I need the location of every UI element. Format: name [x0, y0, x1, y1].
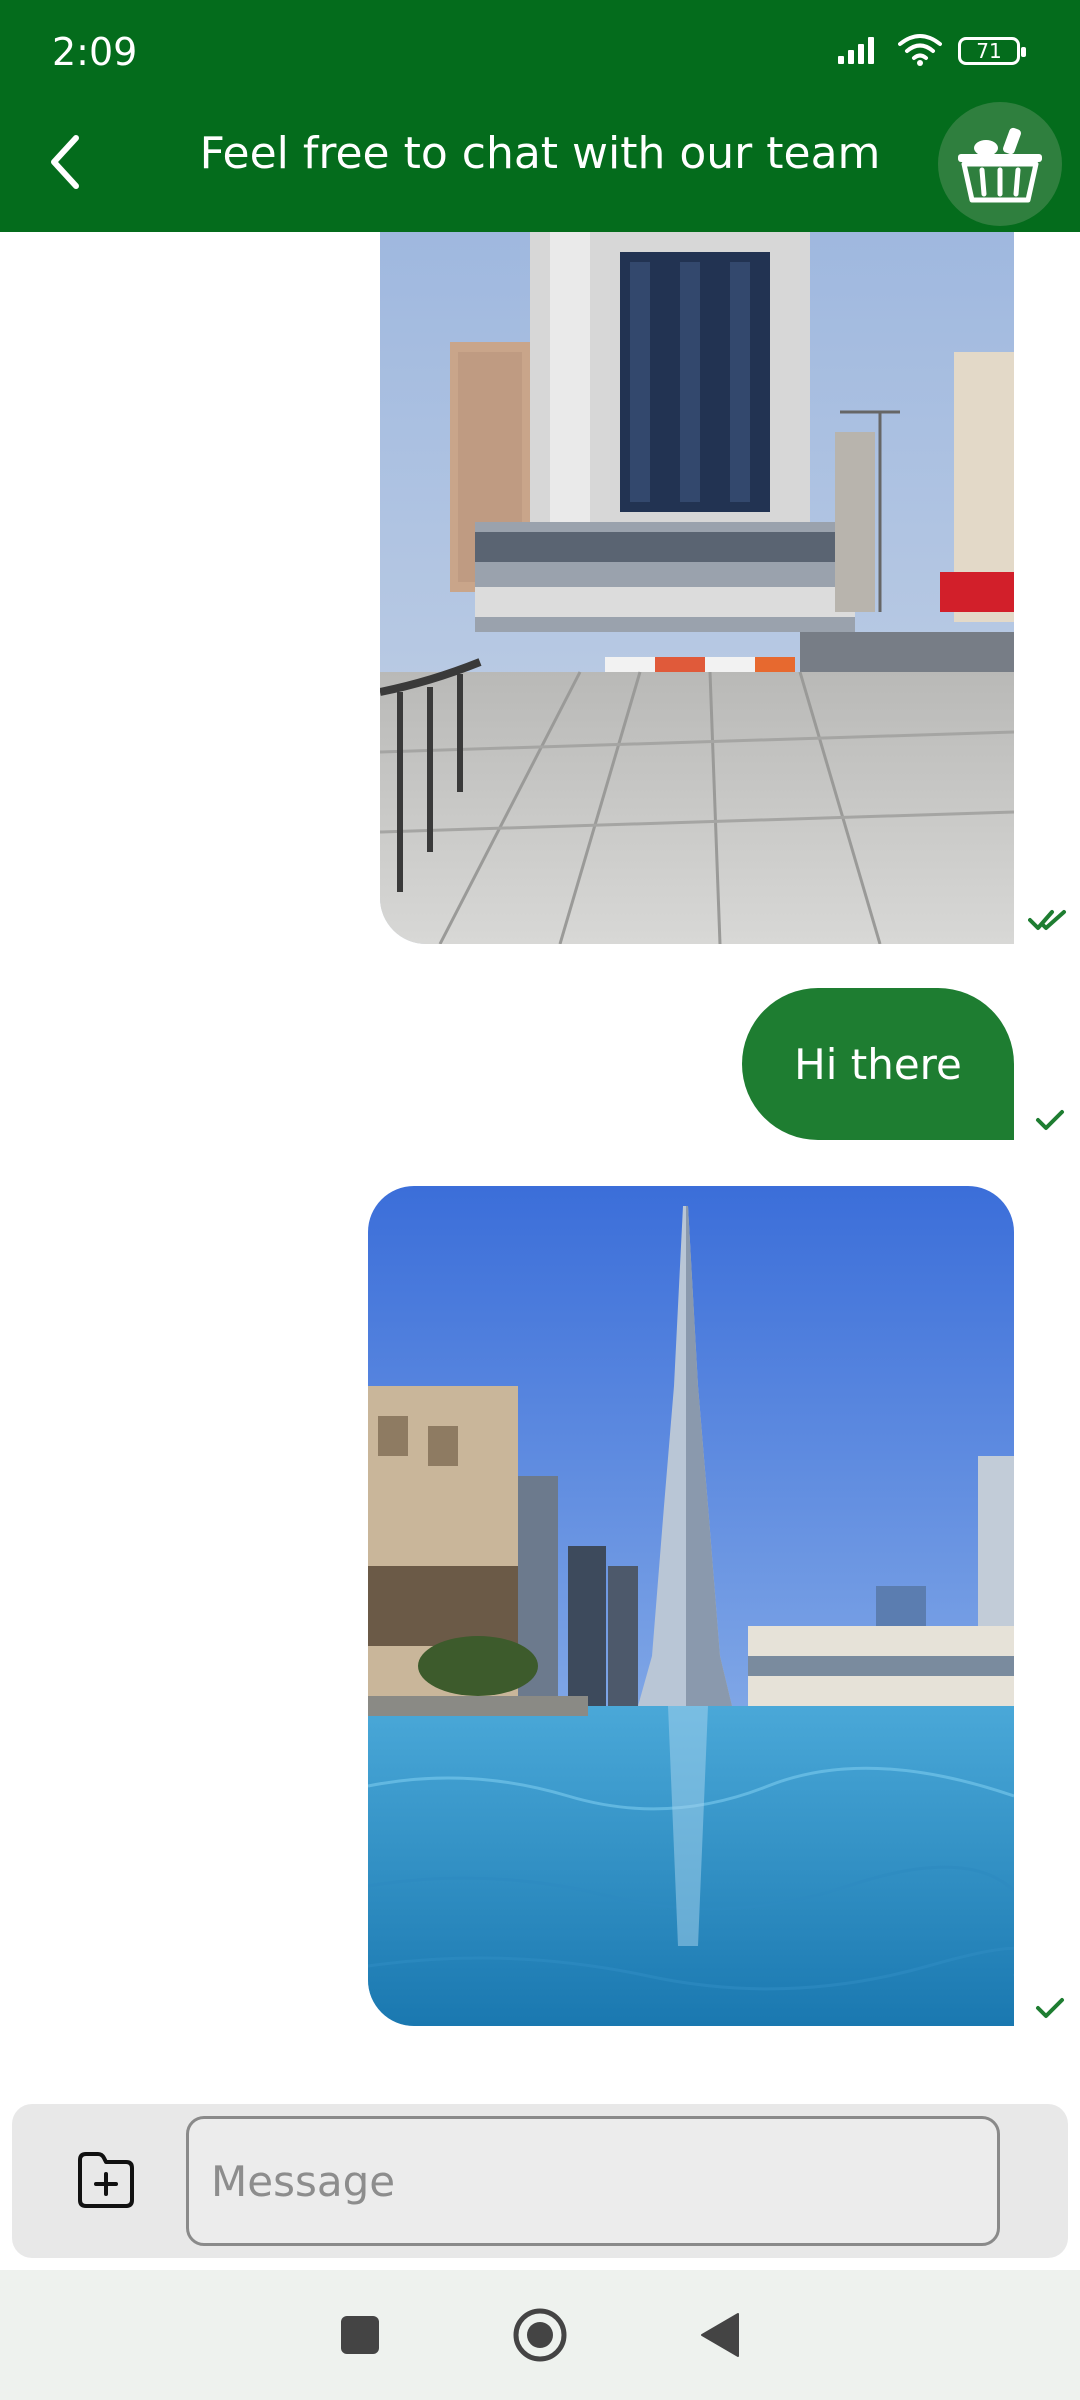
- app-header: 2:09 71 Feel free to chat with our team: [0, 0, 1080, 232]
- basket-icon: [958, 127, 1042, 203]
- read-double-check-icon: [1028, 910, 1066, 930]
- triangle-back-icon: [701, 2313, 739, 2357]
- chat-thread[interactable]: Hi there: [0, 232, 1080, 2102]
- battery-icon: 71: [958, 37, 1026, 65]
- page-title: Feel free to chat with our team: [199, 128, 881, 179]
- text-message[interactable]: Hi there: [742, 988, 1014, 1140]
- system-nav-bar: [0, 2270, 1080, 2400]
- message-composer: [12, 2104, 1068, 2258]
- photo-downtown: [380, 232, 1014, 944]
- battery-level: 71: [976, 39, 1002, 63]
- sent-check-icon: [1036, 1998, 1064, 2018]
- square-icon: [341, 2316, 379, 2354]
- wifi-icon: [898, 32, 942, 70]
- message-text: Hi there: [794, 1039, 962, 1089]
- image-message[interactable]: [380, 232, 1014, 944]
- status-time: 2:09: [52, 30, 138, 74]
- signal-icon: [836, 34, 882, 68]
- sent-check-icon: [1036, 1110, 1064, 1130]
- status-icons: 71: [836, 32, 1026, 70]
- folder-plus-icon: [78, 2152, 134, 2208]
- recents-button[interactable]: [330, 2305, 390, 2365]
- home-button[interactable]: [510, 2305, 570, 2365]
- photo-burj-khalifa: [368, 1186, 1014, 2026]
- message-input[interactable]: [186, 2116, 1000, 2246]
- team-avatar[interactable]: [938, 102, 1062, 226]
- circle-icon: [513, 2308, 567, 2362]
- nav-back-button[interactable]: [690, 2305, 750, 2365]
- attach-button[interactable]: [74, 2148, 138, 2212]
- image-message[interactable]: [368, 1186, 1014, 2026]
